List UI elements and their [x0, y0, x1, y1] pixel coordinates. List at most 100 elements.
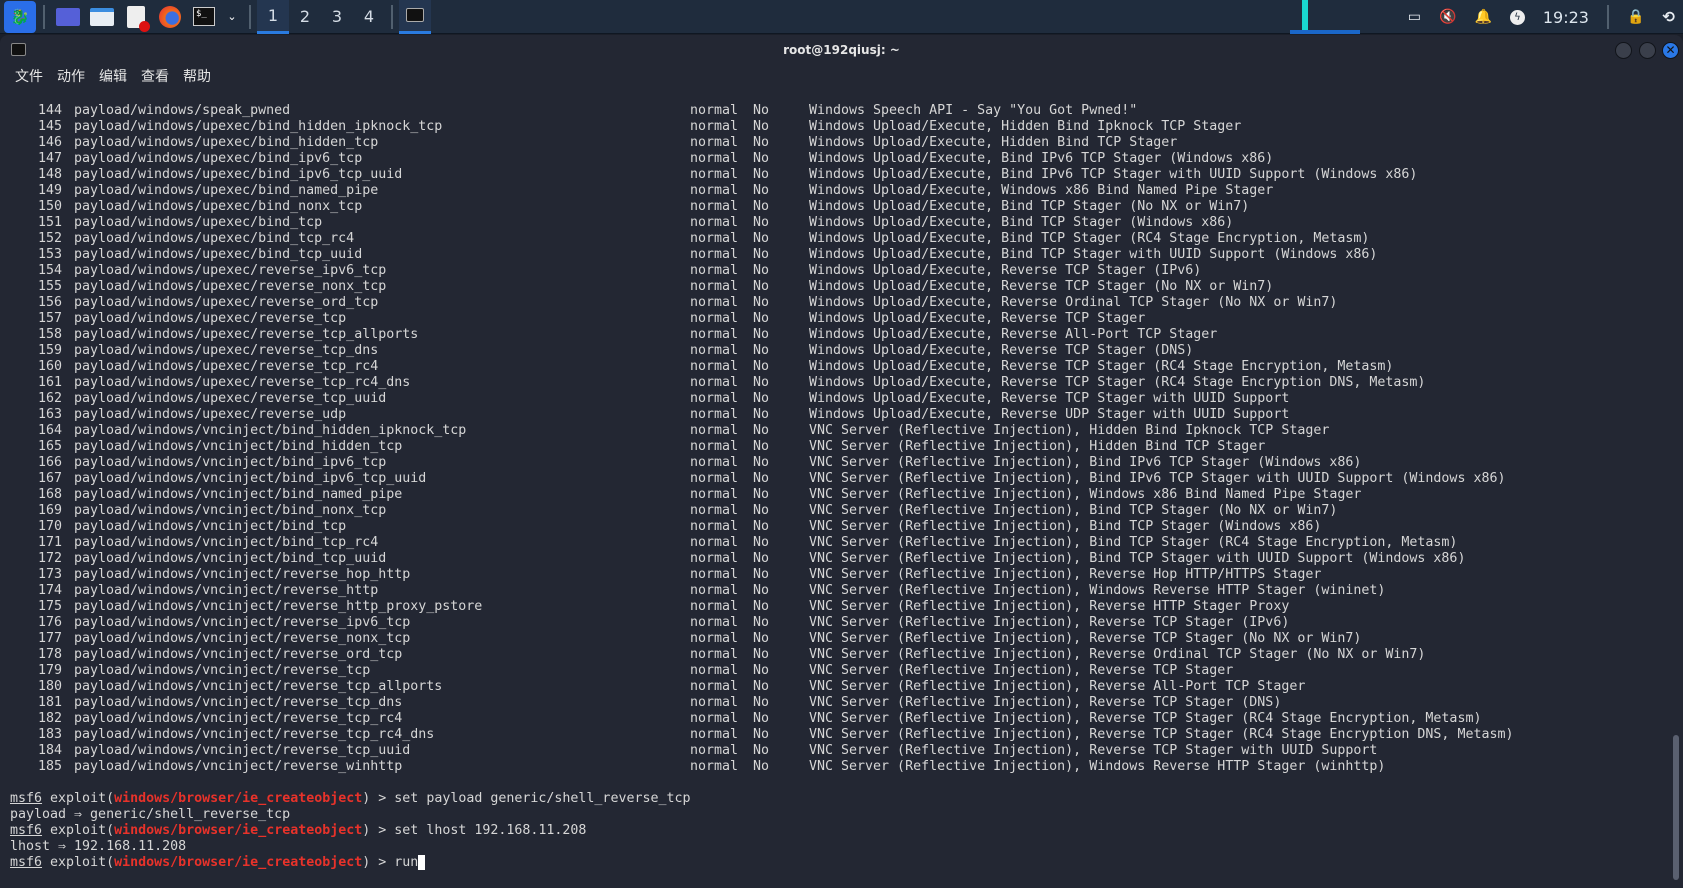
- description: Windows Upload/Execute, Reverse All-Port…: [809, 327, 1218, 342]
- description: VNC Server (Reflective Injection), Rever…: [809, 647, 1426, 662]
- command-text: set payload generic/shell_reverse_tcp: [394, 791, 691, 806]
- rank: normal: [690, 647, 739, 662]
- menu-item[interactable]: 帮助: [183, 66, 211, 86]
- rank: normal: [690, 455, 739, 470]
- exploit-label: exploit(: [42, 823, 115, 838]
- rank: normal: [690, 135, 739, 150]
- description: Windows Upload/Execute, Bind IPv6 TCP St…: [809, 151, 1274, 166]
- prompt-suffix: ) >: [362, 823, 395, 838]
- desktop-icon[interactable]: [52, 1, 84, 33]
- module-name: payload/windows/upexec/reverse_tcp_allpo…: [74, 327, 419, 342]
- power-icon[interactable]: ϟ: [1509, 9, 1525, 25]
- rank: normal: [690, 263, 739, 278]
- module-name: payload/windows/vncinject/reverse_http_p…: [74, 599, 483, 614]
- workspace-4[interactable]: 4: [353, 0, 385, 34]
- description: Windows Upload/Execute, Reverse TCP Stag…: [809, 359, 1394, 374]
- terminal-output[interactable]: 144 payload/windows/speak_pwned normal No Wi…: [0, 96, 1668, 888]
- table-row: 181 payload/windows/vncinject/reverse_tcp…: [0, 695, 1668, 711]
- table-row: 164 payload/windows/vncinject/bind_hidden…: [0, 423, 1668, 439]
- menu-item[interactable]: 文件: [15, 66, 43, 86]
- row-number: 177: [38, 631, 63, 646]
- module-name: payload/windows/vncinject/reverse_ipv6_t…: [74, 615, 411, 630]
- taskbar-terminal-window[interactable]: [399, 0, 431, 34]
- module-name: payload/windows/vncinject/reverse_http: [74, 583, 379, 598]
- rank: normal: [690, 583, 739, 598]
- row-number: 147: [38, 151, 63, 166]
- module-name: payload/windows/vncinject/bind_tcp_rc4: [74, 535, 379, 550]
- table-row: 184 payload/windows/vncinject/reverse_tcp…: [0, 743, 1668, 759]
- row-number: 175: [38, 599, 63, 614]
- notification-bell-icon[interactable]: 🔔: [1474, 9, 1491, 25]
- table-row: 171 payload/windows/vncinject/bind_tcp_rc…: [0, 535, 1668, 551]
- table-row: 146 payload/windows/upexec/bind_hidden_tc…: [0, 135, 1668, 151]
- module-name: payload/windows/upexec/reverse_tcp_uuid: [74, 391, 387, 406]
- row-number: 157: [38, 311, 63, 326]
- module-name: payload/windows/vncinject/bind_hidden_tc…: [74, 439, 403, 454]
- module-name: payload/windows/upexec/bind_nonx_tcp: [74, 199, 363, 214]
- rank: normal: [690, 199, 739, 214]
- workspace-2[interactable]: 2: [289, 0, 321, 34]
- rank: normal: [690, 119, 739, 134]
- rank: normal: [690, 663, 739, 678]
- module-name: payload/windows/upexec/reverse_tcp_dns: [74, 343, 379, 358]
- chevron-down-icon[interactable]: ⌄: [222, 1, 242, 33]
- clock[interactable]: 19:23: [1543, 8, 1589, 27]
- msf-label: msf6: [10, 823, 43, 838]
- module-name: payload/windows/vncinject/bind_tcp_uuid: [74, 551, 387, 566]
- minimize-button[interactable]: [1615, 42, 1632, 59]
- scrollbar[interactable]: [1673, 735, 1679, 880]
- text-editor-icon[interactable]: [120, 1, 152, 33]
- rank: normal: [690, 311, 739, 326]
- table-row: 165 payload/windows/vncinject/bind_hidden…: [0, 439, 1668, 455]
- row-number: 167: [38, 471, 63, 486]
- module-name: payload/windows/vncinject/reverse_tcp: [74, 663, 371, 678]
- menu-item[interactable]: 编辑: [99, 66, 127, 86]
- logout-icon[interactable]: ⟲: [1662, 8, 1675, 26]
- description: Windows Upload/Execute, Bind TCP Stager …: [809, 199, 1250, 214]
- description: VNC Server (Reflective Injection), Rever…: [809, 615, 1290, 630]
- row-number: 158: [38, 327, 63, 342]
- module-path: windows/browser/ie_createobject: [114, 823, 363, 838]
- rank: normal: [690, 279, 739, 294]
- titlebar: root@192qiusj: ~ ✕: [0, 35, 1683, 65]
- taskbar: 🐉 $_ ⌄ 1234 ▭ 🔇 🔔 ϟ 19:23 🔒 ⟲: [0, 0, 1683, 34]
- rank: normal: [690, 471, 739, 486]
- volume-muted-icon[interactable]: 🔇: [1439, 9, 1456, 25]
- lock-icon[interactable]: 🔒: [1627, 9, 1644, 25]
- kali-menu-icon[interactable]: 🐉: [4, 0, 36, 33]
- rank: normal: [690, 167, 739, 182]
- table-row: 145 payload/windows/upexec/bind_hidden_ip…: [0, 119, 1668, 135]
- table-row: 156 payload/windows/upexec/reverse_ord_tc…: [0, 295, 1668, 311]
- firefox-icon[interactable]: [154, 1, 186, 33]
- description: Windows Upload/Execute, Bind TCP Stager …: [809, 231, 1370, 246]
- module-name: payload/windows/vncinject/reverse_tcp_al…: [74, 679, 443, 694]
- check: No: [753, 727, 770, 742]
- file-manager-icon[interactable]: [86, 1, 118, 33]
- menu-item[interactable]: 查看: [141, 66, 169, 86]
- module-name: payload/windows/upexec/bind_ipv6_tcp: [74, 151, 363, 166]
- prompt-line: msf6 exploit(windows/browser/ie_createob…: [0, 823, 1668, 839]
- network-icon[interactable]: ▭: [1408, 9, 1421, 25]
- row-number: 160: [38, 359, 63, 374]
- workspace-3[interactable]: 3: [321, 0, 353, 34]
- description: VNC Server (Reflective Injection), Rever…: [809, 567, 1322, 582]
- description: VNC Server (Reflective Injection), Bind …: [809, 519, 1322, 534]
- description: Windows Upload/Execute, Bind TCP Stager …: [809, 247, 1378, 262]
- close-button[interactable]: ✕: [1662, 42, 1679, 59]
- maximize-button[interactable]: [1639, 42, 1656, 59]
- rank: normal: [690, 295, 739, 310]
- table-row: 174 payload/windows/vncinject/reverse_htt…: [0, 583, 1668, 599]
- rank: normal: [690, 103, 739, 118]
- row-number: 148: [38, 167, 63, 182]
- check: No: [753, 711, 770, 726]
- table-row: 153 payload/windows/upexec/bind_tcp_uuid n…: [0, 247, 1668, 263]
- description: Windows Speech API - Say "You Got Pwned!…: [809, 103, 1138, 118]
- menu-item[interactable]: 动作: [57, 66, 85, 86]
- check: No: [753, 295, 770, 310]
- table-row: 151 payload/windows/upexec/bind_tcp normal…: [0, 215, 1668, 231]
- terminal-icon[interactable]: $_: [188, 1, 220, 33]
- description: VNC Server (Reflective Injection), Hidde…: [809, 423, 1330, 438]
- check: No: [753, 247, 770, 262]
- description: VNC Server (Reflective Injection), Rever…: [809, 599, 1290, 614]
- workspace-1[interactable]: 1: [257, 0, 289, 34]
